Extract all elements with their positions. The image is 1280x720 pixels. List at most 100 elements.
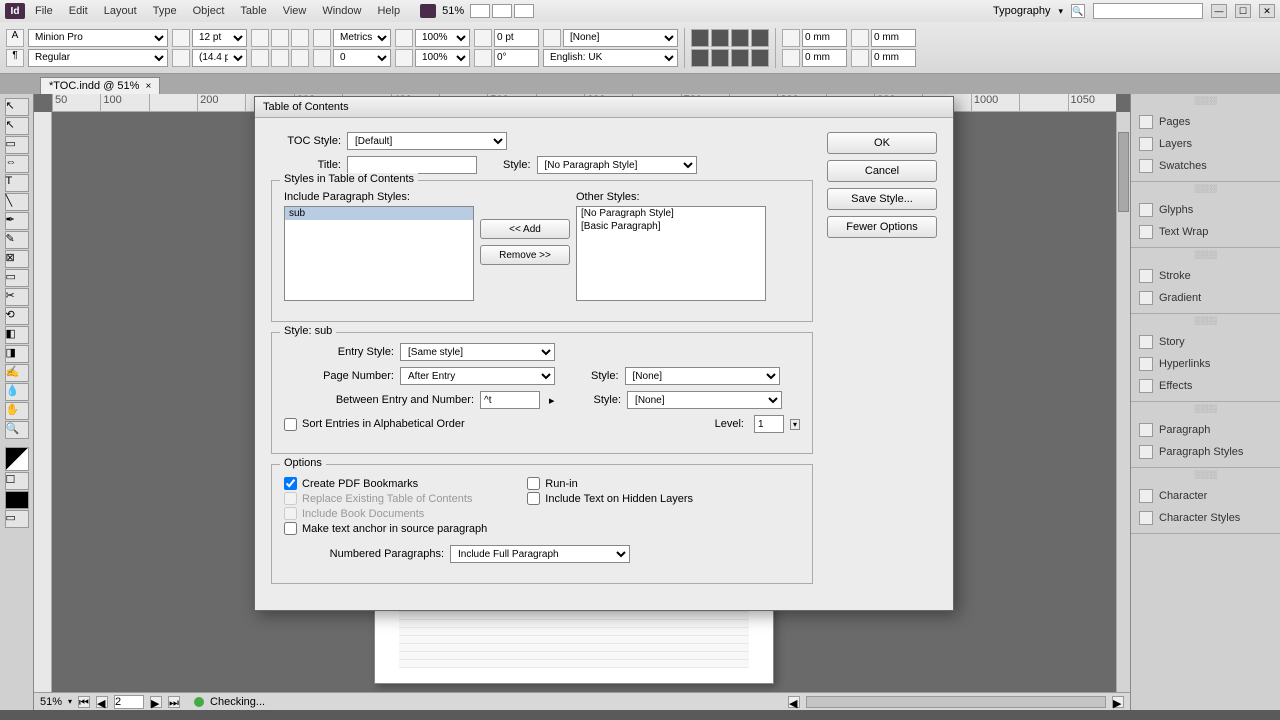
zoom-tool[interactable]: 🔍 <box>5 421 29 439</box>
panel-text-wrap[interactable]: Text Wrap <box>1131 221 1280 243</box>
indent-right-input[interactable] <box>871 29 916 47</box>
zoom-status[interactable]: 51% <box>40 696 62 708</box>
underline-icon[interactable] <box>271 49 289 67</box>
gap-tool[interactable]: ⇔ <box>5 155 29 173</box>
next-page-icon[interactable]: ▶ <box>150 696 162 708</box>
superscript-icon[interactable] <box>291 29 309 47</box>
rect-tool[interactable]: ▭ <box>5 269 29 287</box>
numpara-select[interactable]: Include Full Paragraph <box>450 545 630 563</box>
align-center-icon[interactable] <box>711 29 729 47</box>
entry-style-select[interactable]: [Same style] <box>400 343 555 361</box>
workspace-switcher[interactable]: Typography <box>993 5 1050 17</box>
between-style-select[interactable]: [None] <box>627 391 782 409</box>
page-input[interactable] <box>114 695 144 709</box>
gradient-swatch-tool[interactable]: ◧ <box>5 326 29 344</box>
smallcaps-icon[interactable] <box>271 29 289 47</box>
panel-grip[interactable]: ░░░░ <box>1131 402 1280 415</box>
scissors-tool[interactable]: ✂ <box>5 288 29 306</box>
pen-tool[interactable]: ✒ <box>5 212 29 230</box>
list-item[interactable]: sub <box>285 207 473 220</box>
arrange-docs-icon[interactable] <box>514 4 534 18</box>
last-page-icon[interactable]: ⏭ <box>168 696 180 708</box>
pdf-bookmarks-checkbox[interactable] <box>284 477 297 490</box>
tab-close-icon[interactable]: × <box>145 81 151 92</box>
bridge-icon[interactable] <box>420 4 436 18</box>
canvas[interactable]: 5010020030040050060070080090010001050 Th… <box>34 94 1130 710</box>
font-family-select[interactable]: Minion Pro <box>28 29 168 47</box>
kerning-select[interactable]: Metrics <box>333 29 391 47</box>
char-format-icon[interactable]: A <box>6 29 24 47</box>
fill-stroke-swap[interactable] <box>5 447 29 471</box>
panel-paragraph[interactable]: Paragraph <box>1131 419 1280 441</box>
preflight-label[interactable]: Checking... <box>210 696 265 708</box>
search-input[interactable] <box>1093 3 1203 19</box>
eyedropper-tool[interactable]: 💧 <box>5 383 29 401</box>
panel-character-styles[interactable]: Character Styles <box>1131 507 1280 529</box>
panel-grip[interactable]: ░░░░ <box>1131 94 1280 107</box>
indent-left-input[interactable] <box>802 29 847 47</box>
save-style-button[interactable]: Save Style... <box>827 188 937 210</box>
panel-swatches[interactable]: Swatches <box>1131 155 1280 177</box>
justify4-icon[interactable] <box>731 49 749 67</box>
font-size-select[interactable]: 12 pt <box>192 29 247 47</box>
justify-icon[interactable] <box>751 29 769 47</box>
hscale-select[interactable]: 100% <box>415 49 470 67</box>
rect-frame-tool[interactable]: ⊠ <box>5 250 29 268</box>
selection-tool[interactable]: ↖ <box>5 98 29 116</box>
maximize-button[interactable]: ☐ <box>1235 4 1251 18</box>
screen-mode-icon[interactable] <box>492 4 512 18</box>
menu-type[interactable]: Type <box>145 3 185 19</box>
runin-checkbox[interactable] <box>527 477 540 490</box>
include-styles-list[interactable]: sub <box>284 206 474 301</box>
hidden-checkbox[interactable] <box>527 492 540 505</box>
cancel-button[interactable]: Cancel <box>827 160 937 182</box>
menu-file[interactable]: File <box>27 3 61 19</box>
menu-table[interactable]: Table <box>232 3 274 19</box>
first-page-icon[interactable]: ⏮ <box>78 696 90 708</box>
apply-color-icon[interactable] <box>5 491 29 509</box>
leading-select[interactable]: (14.4 pt) <box>192 49 247 67</box>
strikethrough-icon[interactable] <box>291 49 309 67</box>
zoom-display[interactable]: 51% <box>438 5 468 17</box>
panel-paragraph-styles[interactable]: Paragraph Styles <box>1131 441 1280 463</box>
vscale-select[interactable]: 100% <box>415 29 470 47</box>
hand-tool[interactable]: ✋ <box>5 402 29 420</box>
allcaps-icon[interactable] <box>251 29 269 47</box>
title-style-select[interactable]: [No Paragraph Style] <box>537 156 697 174</box>
scroll-left-icon[interactable]: ◀ <box>788 696 800 708</box>
prev-page-icon[interactable]: ◀ <box>96 696 108 708</box>
tracking-select[interactable]: 0 <box>333 49 391 67</box>
between-input[interactable] <box>480 391 540 409</box>
close-button[interactable]: ✕ <box>1259 4 1275 18</box>
panel-stroke[interactable]: Stroke <box>1131 265 1280 287</box>
panel-grip[interactable]: ░░░░ <box>1131 468 1280 481</box>
other-styles-list[interactable]: [No Paragraph Style] [Basic Paragraph] <box>576 206 766 301</box>
subscript-icon[interactable] <box>251 49 269 67</box>
justify2-icon[interactable] <box>691 49 709 67</box>
page-num-select[interactable]: After Entry <box>400 367 555 385</box>
panel-glyphs[interactable]: Glyphs <box>1131 199 1280 221</box>
panel-grip[interactable]: ░░░░ <box>1131 314 1280 327</box>
menu-view[interactable]: View <box>275 3 315 19</box>
align-left-icon[interactable] <box>691 29 709 47</box>
toc-style-select[interactable]: [Default] <box>347 132 507 150</box>
remove-button[interactable]: Remove >> <box>480 245 570 265</box>
level-input[interactable] <box>754 415 784 433</box>
panel-effects[interactable]: Effects <box>1131 375 1280 397</box>
font-style-select[interactable]: Regular <box>28 49 168 67</box>
special-char-icon[interactable]: ▸ <box>546 394 558 407</box>
document-tab[interactable]: *TOC.indd @ 51% × <box>40 77 160 94</box>
screen-mode-icon[interactable]: ▭ <box>5 510 29 528</box>
title-input[interactable] <box>347 156 477 174</box>
list-item[interactable]: [Basic Paragraph] <box>577 220 765 233</box>
scroll-right-icon[interactable]: ▶ <box>1112 696 1124 708</box>
gradient-feather-tool[interactable]: ◨ <box>5 345 29 363</box>
panel-hyperlinks[interactable]: Hyperlinks <box>1131 353 1280 375</box>
indent-last-input[interactable] <box>871 49 916 67</box>
menu-object[interactable]: Object <box>185 3 233 19</box>
ok-button[interactable]: OK <box>827 132 937 154</box>
list-item[interactable]: [No Paragraph Style] <box>577 207 765 220</box>
sort-checkbox[interactable] <box>284 418 297 431</box>
fewer-options-button[interactable]: Fewer Options <box>827 216 937 238</box>
page-num-style-select[interactable]: [None] <box>625 367 780 385</box>
